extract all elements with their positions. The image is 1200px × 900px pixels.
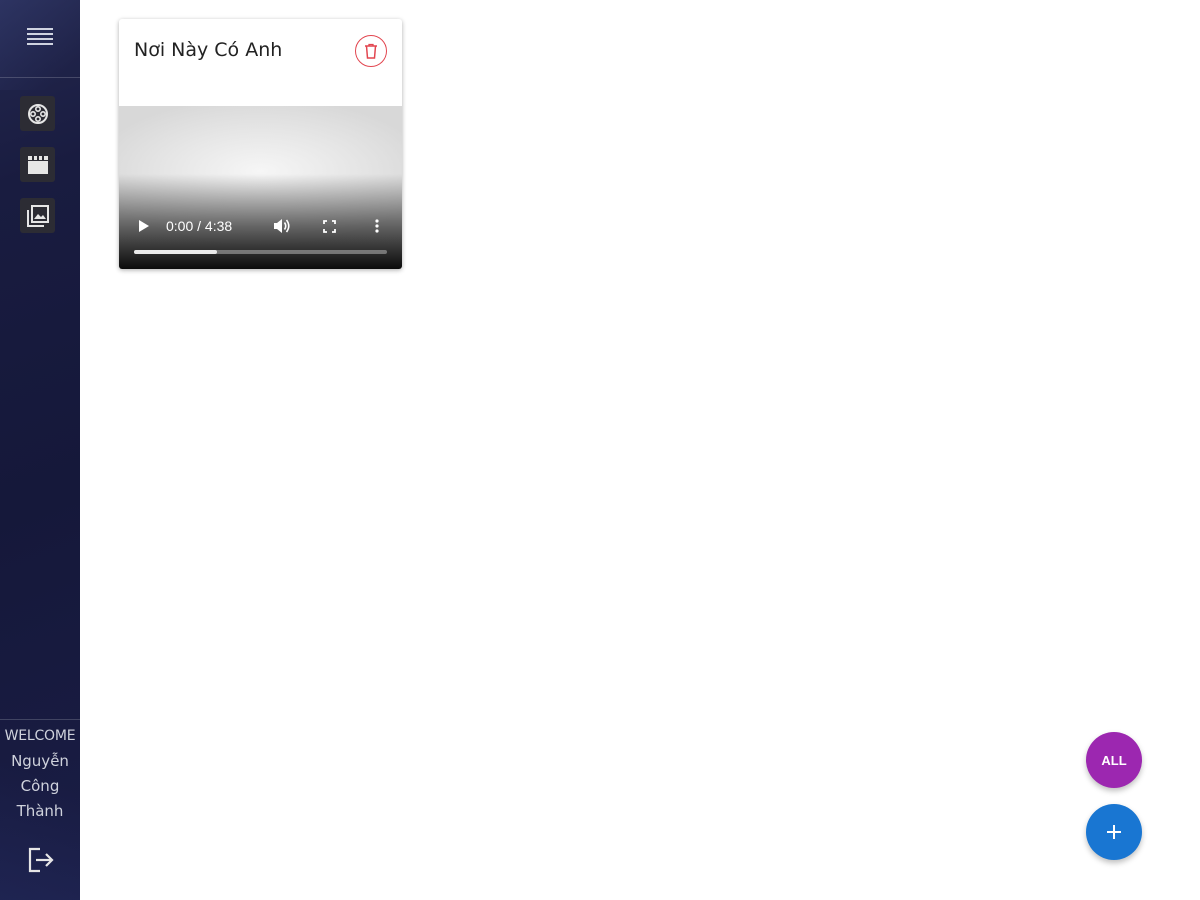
filter-all-button[interactable]: ALL [1086,732,1142,788]
sidebar-item-clapperboard[interactable] [20,147,55,182]
filter-all-label: ALL [1101,752,1127,768]
clapperboard-icon [27,155,48,174]
trash-icon [365,43,377,59]
video-progress-fill [134,250,218,254]
volume-button[interactable] [272,217,292,235]
welcome-block: WELCOME Nguyễn Công Thành [0,724,80,824]
media-card: Nơi Này Có Anh 0:00 / 4:38 [119,19,402,269]
volume-icon [274,219,290,233]
play-button[interactable] [136,218,152,234]
sidebar: WELCOME Nguyễn Công Thành [0,0,80,900]
video-player[interactable]: 0:00 / 4:38 [119,106,402,269]
video-controls-overlay [119,174,402,269]
photo-library-icon [26,204,49,227]
user-name-line: Nguyễn [11,752,69,770]
fullscreen-icon [323,220,336,233]
fullscreen-button[interactable] [322,219,337,234]
hamburger-menu-icon [27,28,53,45]
video-progress-bar[interactable] [134,250,387,254]
film-reel-icon [27,103,48,124]
video-time-display: 0:00 / 4:38 [166,218,233,234]
play-icon [139,220,149,232]
sidebar-divider [0,77,80,78]
welcome-label: WELCOME [4,728,76,744]
sidebar-divider [0,719,80,720]
sidebar-item-photo-library[interactable] [20,198,55,233]
user-name-line: Công [20,777,60,795]
more-vert-icon [375,219,379,233]
logout-button[interactable] [26,846,56,874]
logout-icon [28,847,54,873]
card-title: Nơi Này Có Anh [134,39,283,61]
sidebar-item-film-reel[interactable] [20,96,55,131]
more-options-button[interactable] [372,218,382,234]
user-name-line: Thành [16,802,64,820]
add-button[interactable] [1086,804,1142,860]
hamburger-menu-button[interactable] [25,25,55,49]
delete-button[interactable] [355,35,387,67]
plus-icon [1107,825,1121,839]
